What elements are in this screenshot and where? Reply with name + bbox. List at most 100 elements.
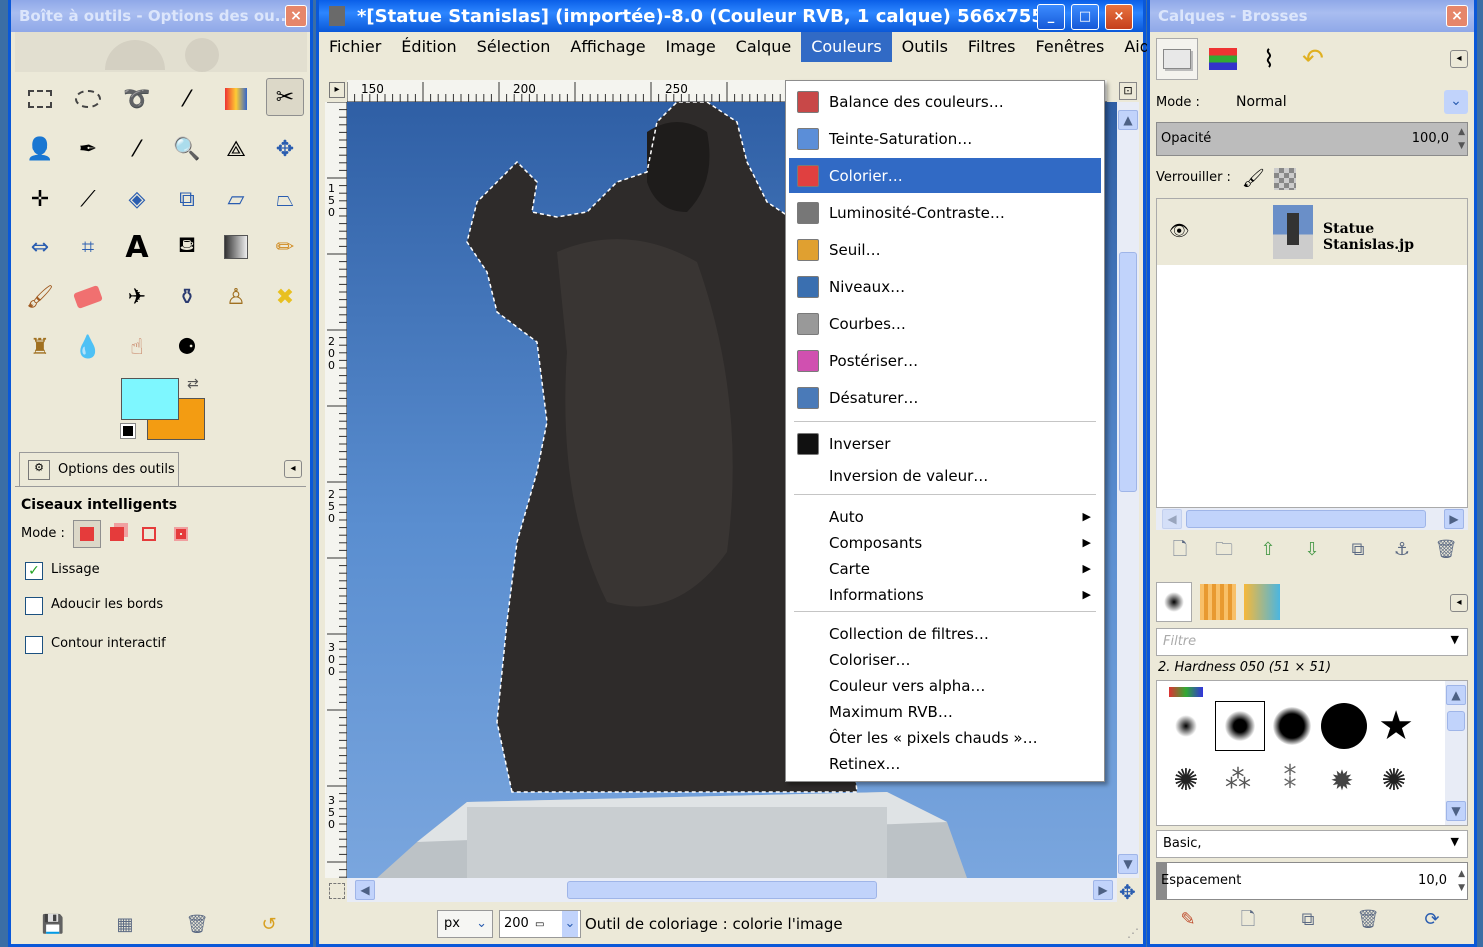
scroll-left-icon[interactable]: ◀ xyxy=(1162,509,1182,529)
airbrush-icon[interactable]: ✈ xyxy=(118,278,156,316)
brush-preset-select[interactable]: Basic, ▼ xyxy=(1156,830,1468,858)
new-layer-group-icon[interactable]: 🗀 xyxy=(1212,538,1236,562)
lower-layer-icon[interactable]: ⇩ xyxy=(1300,538,1324,562)
menu-item-levels[interactable]: Niveaux… xyxy=(789,269,1101,304)
close-icon[interactable]: × xyxy=(285,5,307,27)
ellipse-select-icon[interactable] xyxy=(69,80,107,118)
mode-subtract-button[interactable] xyxy=(137,522,161,546)
delete-options-icon[interactable]: 🗑 xyxy=(185,913,209,937)
zoom-icon[interactable]: 🔍 xyxy=(168,130,206,168)
eye-icon[interactable]: 👁 xyxy=(1169,221,1189,240)
smoothing-checkbox[interactable]: ✓ xyxy=(25,562,43,580)
scissors-icon[interactable]: ✂ xyxy=(266,78,304,116)
duplicate-brush-icon[interactable]: ⧉ xyxy=(1296,908,1320,932)
panel-menu-icon[interactable]: ◂ xyxy=(284,460,302,478)
menu-item-threshold[interactable]: Seuil… xyxy=(789,232,1101,267)
smudge-icon[interactable]: ☝ xyxy=(118,328,156,366)
restore-options-icon[interactable]: ▦ xyxy=(113,913,137,937)
cage-icon[interactable]: ⌗ xyxy=(69,228,107,266)
resize-grip-icon[interactable]: ⋰ xyxy=(1127,926,1139,940)
menu-item-brightness-contrast[interactable]: Luminosité-Contraste… xyxy=(789,195,1101,230)
fg-color-swatch[interactable] xyxy=(121,378,179,420)
brush-vertical-scrollbar[interactable]: ▲ ▼ xyxy=(1445,681,1467,825)
menu-calque[interactable]: Calque xyxy=(726,32,802,62)
menu-item-posterize[interactable]: Postériser… xyxy=(789,343,1101,378)
color-picker-icon[interactable]: ⁄ xyxy=(118,130,156,168)
vertical-ruler[interactable]: 150 200 250 300 350 xyxy=(325,102,347,878)
horizontal-scrollbar[interactable]: ◀ ▶ xyxy=(347,878,1117,902)
perspective-clone-icon[interactable]: ♜ xyxy=(21,328,59,366)
zoom-fit-icon[interactable]: ⊡ xyxy=(1119,82,1137,100)
new-layer-icon[interactable]: 🗋 xyxy=(1168,538,1192,562)
menu-filtres[interactable]: Filtres xyxy=(958,32,1026,62)
delete-layer-icon[interactable]: 🗑 xyxy=(1434,538,1458,562)
perspective-icon[interactable]: ⏢ xyxy=(266,180,304,218)
tab-layers[interactable] xyxy=(1156,38,1198,80)
brush-hardness-100[interactable] xyxy=(1321,703,1367,749)
raise-layer-icon[interactable]: ⇧ xyxy=(1256,538,1280,562)
scroll-right-icon[interactable]: ▶ xyxy=(1444,509,1464,529)
menu-couleurs[interactable]: Couleurs xyxy=(801,32,892,62)
anchor-layer-icon[interactable]: ⚓ xyxy=(1390,538,1414,562)
menu-item-invert[interactable]: Inverser xyxy=(789,426,1101,461)
panel-menu-icon[interactable]: ◂ xyxy=(1450,594,1468,612)
vertical-scrollbar[interactable]: ▲ ▼ xyxy=(1117,102,1139,878)
heal-icon[interactable]: ✖ xyxy=(266,278,304,316)
close-icon[interactable]: × xyxy=(1446,5,1468,27)
brush-hardness-025[interactable] xyxy=(1163,703,1209,749)
scroll-down-icon[interactable]: ▼ xyxy=(1446,801,1466,821)
scroll-up-icon[interactable]: ▲ xyxy=(1118,110,1138,130)
feather-checkbox[interactable] xyxy=(25,597,43,615)
layer-row[interactable]: 👁 Statue Stanislas.jp xyxy=(1157,199,1467,265)
fuzzy-select-icon[interactable]: ⁄ xyxy=(168,80,206,118)
brush-filter-input[interactable]: Filtre ▼ xyxy=(1156,628,1468,656)
menu-item-value-invert[interactable]: Inversion de valeur… xyxy=(789,458,1101,493)
menu-image[interactable]: Image xyxy=(656,32,726,62)
menu-item-extra-5[interactable]: Retinex… xyxy=(789,746,1101,781)
clone-icon[interactable]: ♙ xyxy=(217,278,255,316)
foreground-select-icon[interactable]: 👤 xyxy=(21,130,59,168)
panel-menu-icon[interactable]: ◂ xyxy=(1450,50,1468,68)
brush-splatter-3[interactable]: ⁑ xyxy=(1267,757,1313,803)
menu-affichage[interactable]: Affichage xyxy=(560,32,655,62)
toolbox-titlebar[interactable]: Boîte à outils - Options des ou... × xyxy=(11,0,310,32)
pencil-icon[interactable]: ✏ xyxy=(266,228,304,266)
menu-item-colorize[interactable]: Colorier… xyxy=(789,158,1101,193)
rect-select-icon[interactable] xyxy=(21,80,59,118)
bucket-fill-icon[interactable]: ⛾ xyxy=(168,228,206,266)
spin-arrows-icon[interactable]: ▲ ▼ xyxy=(1458,867,1465,895)
spacing-slider[interactable]: Espacement 10,0 ▲ ▼ xyxy=(1156,862,1468,900)
refresh-brushes-icon[interactable]: ⟳ xyxy=(1420,908,1444,932)
blur-icon[interactable]: 💧 xyxy=(69,328,107,366)
rotate-icon[interactable]: ◈ xyxy=(118,180,156,218)
menu-item-desaturate[interactable]: Désaturer… xyxy=(789,380,1101,415)
default-colors-icon[interactable] xyxy=(120,423,136,439)
text-icon[interactable]: A xyxy=(118,228,156,266)
brush-splatter-2[interactable]: ⁂ xyxy=(1215,757,1261,803)
menu-fenetres[interactable]: Fenêtres xyxy=(1026,32,1115,62)
brush-splatter-1[interactable]: ✺ xyxy=(1163,757,1209,803)
scroll-thumb[interactable] xyxy=(1119,252,1137,492)
color-select-icon[interactable] xyxy=(217,80,255,118)
menu-selection[interactable]: Sélection xyxy=(467,32,561,62)
shear-icon[interactable]: ▱ xyxy=(217,180,255,218)
tab-undo[interactable]: ↶ xyxy=(1292,38,1334,80)
move-icon[interactable]: ✥ xyxy=(266,130,304,168)
opacity-slider[interactable]: Opacité 100,0 ▲ ▼ xyxy=(1156,122,1468,156)
tab-tool-options[interactable]: ⚙ Options des outils xyxy=(19,452,179,486)
flip-icon[interactable]: ⇔ xyxy=(21,228,59,266)
ink-icon[interactable]: ⚱ xyxy=(168,278,206,316)
crop-icon[interactable]: ⟋ xyxy=(69,180,107,218)
menu-item-curves[interactable]: Courbes… xyxy=(789,306,1101,341)
tab-patterns[interactable] xyxy=(1200,584,1236,620)
menu-item-color-balance[interactable]: Balance des couleurs… xyxy=(789,84,1101,119)
minimize-icon[interactable]: _ xyxy=(1037,4,1065,30)
navigate-icon[interactable]: ✥ xyxy=(1119,880,1136,904)
lock-alpha-icon[interactable] xyxy=(1274,168,1296,190)
new-brush-icon[interactable]: 🗋 xyxy=(1236,908,1260,932)
duplicate-layer-icon[interactable]: ⧉ xyxy=(1346,538,1370,562)
tab-brushes[interactable] xyxy=(1156,582,1192,622)
maximize-icon[interactable]: □ xyxy=(1071,4,1099,30)
dodge-burn-icon[interactable]: ⚈ xyxy=(168,328,206,366)
scroll-up-icon[interactable]: ▲ xyxy=(1446,685,1466,705)
